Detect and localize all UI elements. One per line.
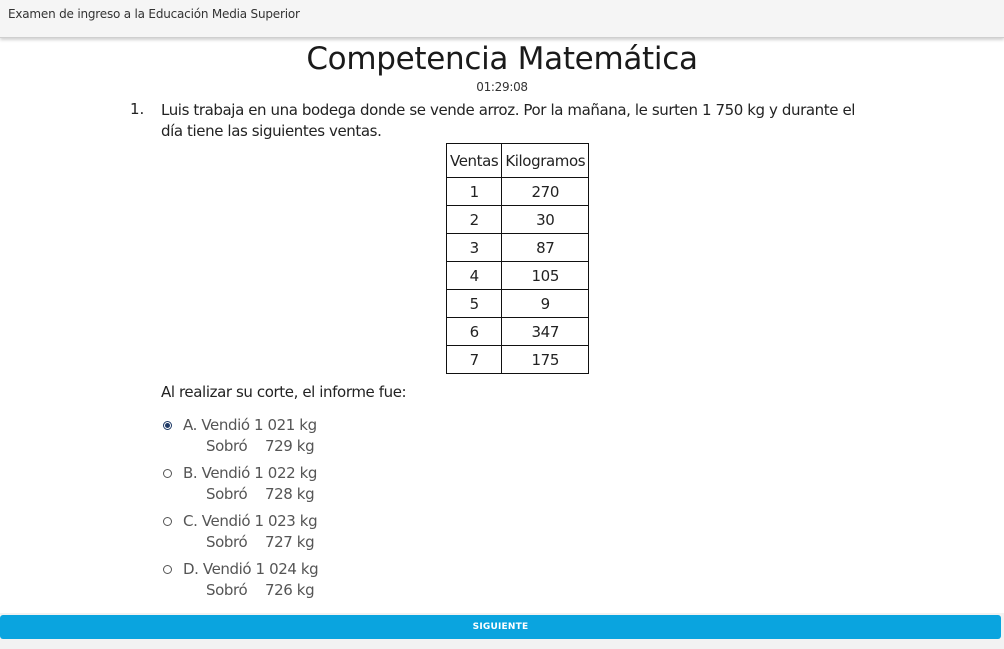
- table-cell-sale: 7: [445, 345, 503, 374]
- report-text: Al realizar su corte, el informe fue:: [161, 383, 407, 401]
- table-cell-kg: 347: [501, 317, 590, 346]
- radio-button-d[interactable]: [163, 565, 172, 574]
- table-row: 6 347: [445, 317, 590, 346]
- option-a-sold: A. Vendió 1 021 kg: [183, 416, 317, 434]
- exam-content: Competencia Matemática 01:29:08 1. Luis …: [0, 38, 1004, 613]
- radio-button-a[interactable]: [163, 421, 172, 430]
- option-a-remaining-value: 729 kg: [265, 437, 315, 455]
- next-button[interactable]: SIGUIENTE: [0, 615, 1001, 639]
- table-cell-kg: 175: [501, 345, 590, 374]
- table-header-row: Ventas Kilogramos: [445, 143, 590, 178]
- table-cell-kg: 30: [501, 205, 590, 234]
- table-cell-sale: 4: [445, 261, 503, 290]
- option-d-sold: D. Vendió 1 024 kg: [183, 560, 319, 578]
- table-cell-kg: 87: [501, 233, 590, 262]
- top-bar: Examen de ingreso a la Educación Media S…: [0, 0, 1004, 38]
- option-a-remaining-label: Sobró: [206, 437, 248, 455]
- option-b-remaining-label: Sobró: [206, 485, 248, 503]
- table-cell-sale: 5: [445, 289, 503, 318]
- page-title: Competencia Matemática: [306, 41, 698, 77]
- table-row: 5 9: [445, 289, 590, 318]
- column-header-kilogramos: Kilogramos: [501, 143, 590, 178]
- option-b-remaining-value: 728 kg: [265, 485, 315, 503]
- option-d-remaining: Sobró 726 kg: [206, 581, 315, 599]
- table-row: 4 105: [445, 261, 590, 290]
- table-row: 2 30: [445, 205, 590, 234]
- option-c-sold: C. Vendió 1 023 kg: [183, 512, 318, 530]
- table-cell-sale: 2: [445, 205, 503, 234]
- option-c-remaining-value: 727 kg: [265, 533, 315, 551]
- app-title: Examen de ingreso a la Educación Media S…: [8, 7, 300, 21]
- option-a-remaining: Sobró 729 kg: [206, 437, 315, 455]
- table-cell-sale: 1: [445, 177, 503, 206]
- table-cell-kg: 105: [501, 261, 590, 290]
- sales-table: Ventas Kilogramos 1 270 2 30 3 87 4 105: [445, 143, 590, 374]
- table-row: 3 87: [445, 233, 590, 262]
- option-c-remaining-label: Sobró: [206, 533, 248, 551]
- question-number: 1.: [130, 100, 145, 118]
- option-b-remaining: Sobró 728 kg: [206, 485, 315, 503]
- question-text: Luis trabaja en una bodega donde se vend…: [161, 101, 856, 140]
- table-cell-sale: 3: [445, 233, 503, 262]
- table-cell-kg: 9: [501, 289, 590, 318]
- table-cell-sale: 6: [445, 317, 503, 346]
- option-c-remaining: Sobró 727 kg: [206, 533, 315, 551]
- table-cell-kg: 270: [501, 177, 590, 206]
- exam-timer: 01:29:08: [476, 80, 528, 94]
- radio-button-c[interactable]: [163, 517, 172, 526]
- table-row: 1 270: [445, 177, 590, 206]
- column-header-ventas: Ventas: [445, 143, 503, 178]
- table-row: 7 175: [445, 345, 590, 374]
- option-d-remaining-label: Sobró: [206, 581, 248, 599]
- option-d-remaining-value: 726 kg: [265, 581, 315, 599]
- radio-button-b[interactable]: [163, 469, 172, 478]
- option-b-sold: B. Vendió 1 022 kg: [183, 464, 318, 482]
